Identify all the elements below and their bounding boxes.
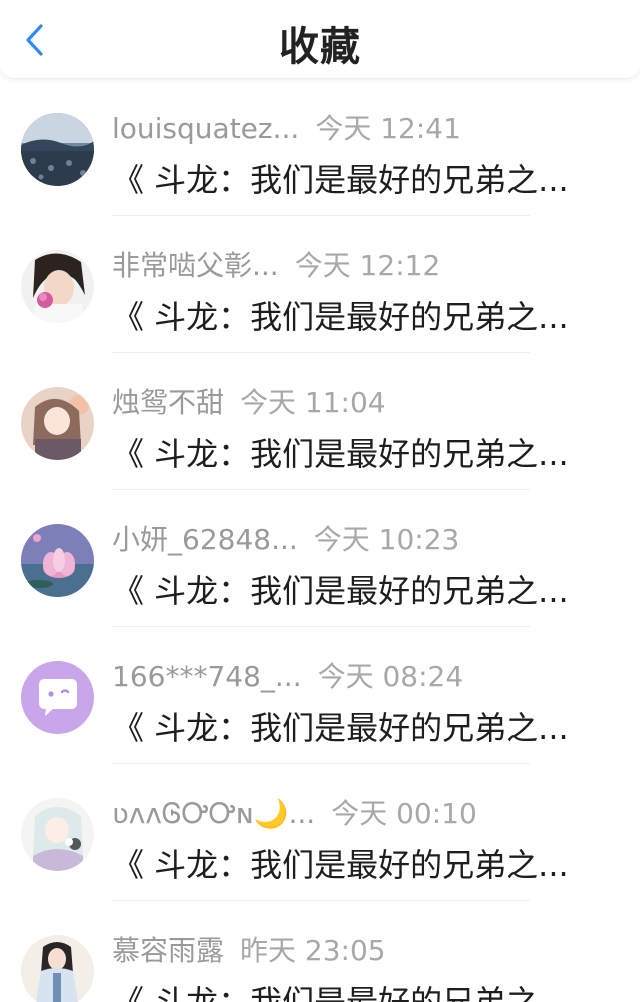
message-preview: 《 斗龙：我们是最好的兄弟之...: [112, 572, 569, 610]
lake-landscape-avatar-image: [21, 113, 94, 186]
item-header: ʋʌʌᎶᎤᎤɴ🌙... 今天 00:10: [112, 796, 477, 832]
user-name: ʋʌʌᎶᎤᎤɴ🌙...: [112, 797, 316, 830]
avatar[interactable]: [21, 524, 94, 597]
message-preview: 《 斗龙：我们是最好的兄弟之...: [112, 161, 569, 199]
hanfu-girl-avatar-image: [21, 935, 94, 1002]
item-header: 烛鸳不甜 今天 11:04: [112, 385, 386, 421]
avatar[interactable]: [21, 935, 94, 1002]
user-name: 非常啮父彰...: [112, 249, 279, 282]
message-preview: 《 斗龙：我们是最好的兄弟之...: [112, 435, 569, 473]
message-preview: 《 斗龙：我们是最好的兄弟之...: [112, 709, 569, 747]
message-preview: 《 斗龙：我们是最好的兄弟之...: [112, 983, 569, 1002]
user-name: 慕容雨露: [112, 934, 225, 967]
timestamp: 今天 08:24: [317, 660, 464, 693]
item-header: louisquatez... 今天 12:41: [112, 111, 461, 147]
timestamp: 今天 00:10: [331, 797, 477, 830]
white-hair-girl-avatar-image: [21, 798, 94, 871]
item-header: 慕容雨露 昨天 23:05: [112, 933, 386, 969]
user-name: 烛鸳不甜: [112, 386, 225, 419]
list-item[interactable]: ʋʌʌᎶᎤᎤɴ🌙... 今天 00:10 《 斗龙：我们是最好的兄弟之...: [0, 764, 640, 901]
user-name: 小妍_62848...: [112, 523, 298, 556]
top-bar: 收藏: [0, 0, 640, 79]
favorites-page: 收藏 louisquatez... 今天 12:41 《 斗龙：我们是最好的兄弟…: [0, 0, 640, 1002]
avatar[interactable]: [21, 113, 94, 186]
favorites-list: louisquatez... 今天 12:41 《 斗龙：我们是最好的兄弟之...…: [0, 79, 640, 1002]
timestamp: 今天 11:04: [240, 386, 386, 419]
anime-girl-avatar-image: [21, 387, 94, 460]
chat-bubble-icon: [21, 661, 94, 734]
message-preview: 《 斗龙：我们是最好的兄弟之...: [112, 846, 569, 884]
page-title: 收藏: [279, 24, 361, 70]
list-item[interactable]: louisquatez... 今天 12:41 《 斗龙：我们是最好的兄弟之...: [0, 79, 640, 216]
list-item[interactable]: 小妍_62848... 今天 10:23 《 斗龙：我们是最好的兄弟之...: [0, 490, 640, 627]
timestamp: 昨天 23:05: [240, 934, 386, 967]
item-header: 小妍_62848... 今天 10:23: [112, 522, 459, 558]
item-header: 166***748_... 今天 08:24: [112, 659, 463, 695]
list-item[interactable]: 慕容雨露 昨天 23:05 《 斗龙：我们是最好的兄弟之...: [0, 901, 640, 1002]
timestamp: 今天 10:23: [313, 523, 460, 556]
user-name: louisquatez...: [112, 112, 300, 145]
avatar[interactable]: [21, 798, 94, 871]
item-header: 非常啮父彰... 今天 12:12: [112, 248, 440, 284]
avatar[interactable]: [21, 387, 94, 460]
message-preview: 《 斗龙：我们是最好的兄弟之...: [112, 298, 569, 336]
girl-with-flower-avatar-image: [21, 250, 94, 323]
avatar[interactable]: [21, 661, 94, 734]
avatar[interactable]: [21, 250, 94, 323]
list-item[interactable]: 非常啮父彰... 今天 12:12 《 斗龙：我们是最好的兄弟之...: [0, 216, 640, 353]
timestamp: 今天 12:12: [294, 249, 441, 282]
user-name: 166***748_...: [112, 660, 302, 693]
list-item[interactable]: 166***748_... 今天 08:24 《 斗龙：我们是最好的兄弟之...: [0, 627, 640, 764]
lotus-flower-avatar-image: [21, 524, 94, 597]
list-item[interactable]: 烛鸳不甜 今天 11:04 《 斗龙：我们是最好的兄弟之...: [0, 353, 640, 490]
timestamp: 今天 12:41: [315, 112, 461, 145]
